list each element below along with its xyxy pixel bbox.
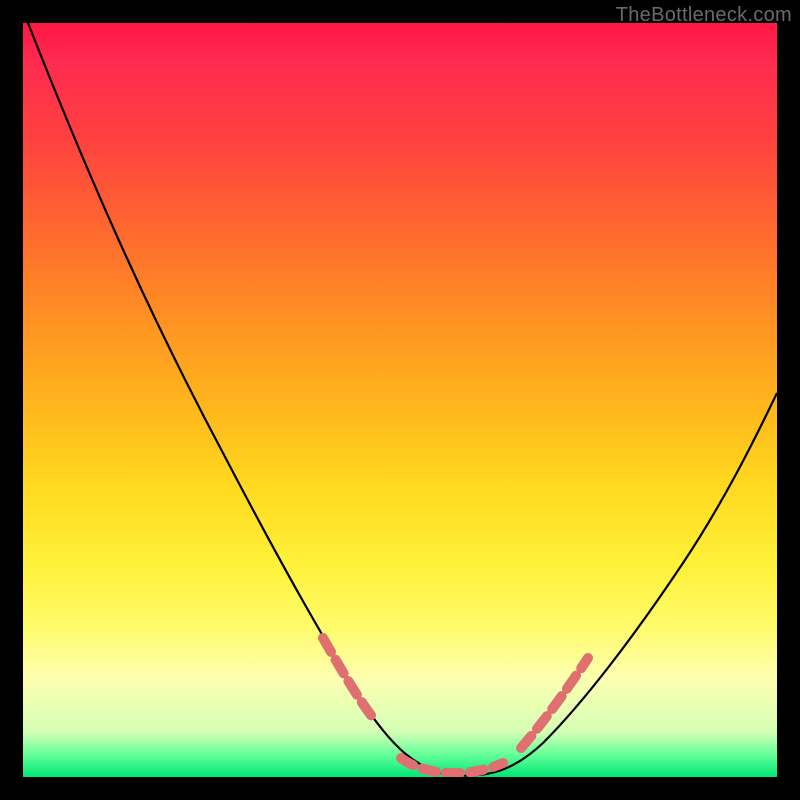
marker-segment-right: [521, 658, 588, 748]
marker-segment-valley: [401, 758, 503, 773]
chart-area: [23, 23, 777, 777]
watermark-text: TheBottleneck.com: [616, 4, 792, 27]
bottleneck-curve-path: [28, 23, 777, 776]
marker-segment-left: [323, 638, 373, 718]
bottleneck-curve-svg: [23, 23, 777, 777]
